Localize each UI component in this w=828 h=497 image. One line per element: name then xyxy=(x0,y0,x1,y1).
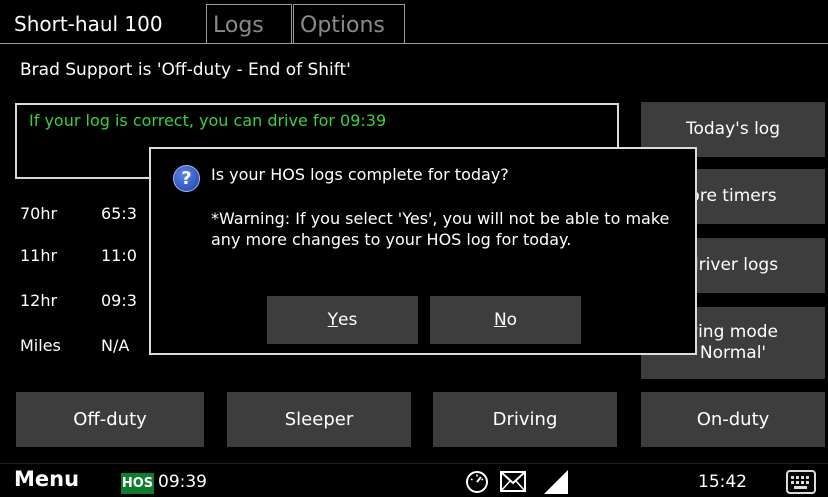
gauge-icon[interactable] xyxy=(465,470,489,494)
timer-11hr-value: 11:0 xyxy=(101,246,137,265)
driving-button[interactable]: Driving xyxy=(433,392,617,447)
timer-70hr-value: 65:3 xyxy=(101,204,137,223)
drive-message: If your log is correct, you can drive fo… xyxy=(29,111,387,130)
sleeper-button[interactable]: Sleeper xyxy=(227,392,411,447)
tab-bar: Short-haul 100 Logs Options xyxy=(0,0,828,44)
timer-miles-value: N/A xyxy=(101,336,130,355)
yes-label-rest: es xyxy=(338,310,358,330)
driving-mode-line1: ving mode xyxy=(688,321,778,342)
no-label-rest: o xyxy=(506,310,518,330)
no-button[interactable]: No xyxy=(430,296,581,344)
tab-logs[interactable]: Logs xyxy=(206,4,292,44)
menu-button[interactable]: Menu xyxy=(14,467,79,491)
no-mnemonic: N xyxy=(493,310,507,330)
on-duty-button[interactable]: On-duty xyxy=(641,392,825,447)
timer-70hr-label: 70hr xyxy=(20,204,58,223)
clock: 15:42 xyxy=(698,472,747,492)
yes-mnemonic: Y xyxy=(327,310,339,330)
driving-mode-line2: Normal' xyxy=(699,343,767,363)
signal-icon xyxy=(544,470,568,494)
hos-time: 09:39 xyxy=(158,472,207,492)
tab-options[interactable]: Options xyxy=(293,4,405,44)
envelope-icon[interactable] xyxy=(500,471,526,492)
keyboard-icon[interactable] xyxy=(786,470,816,494)
hos-badge[interactable]: HOS xyxy=(121,473,154,494)
tab-short-haul[interactable]: Short-haul 100 xyxy=(14,12,163,36)
yes-button[interactable]: Yes xyxy=(267,296,418,344)
bottom-bar: Menu HOS 09:39 15:42 xyxy=(0,463,828,497)
dialog-question: Is your HOS logs complete for today? xyxy=(211,165,509,184)
dialog-warning: *Warning: If you select 'Yes', you will … xyxy=(211,209,670,249)
timer-11hr-label: 11hr xyxy=(20,246,58,265)
timer-12hr-value: 09:3 xyxy=(101,291,137,310)
timer-12hr-label: 12hr xyxy=(20,291,58,310)
off-duty-button[interactable]: Off-duty xyxy=(16,392,204,447)
confirm-dialog: ? Is your HOS logs complete for today? *… xyxy=(149,147,697,355)
timer-miles-label: Miles xyxy=(20,336,61,355)
driver-status: Brad Support is 'Off-duty - End of Shift… xyxy=(20,60,351,80)
question-icon: ? xyxy=(173,165,200,192)
